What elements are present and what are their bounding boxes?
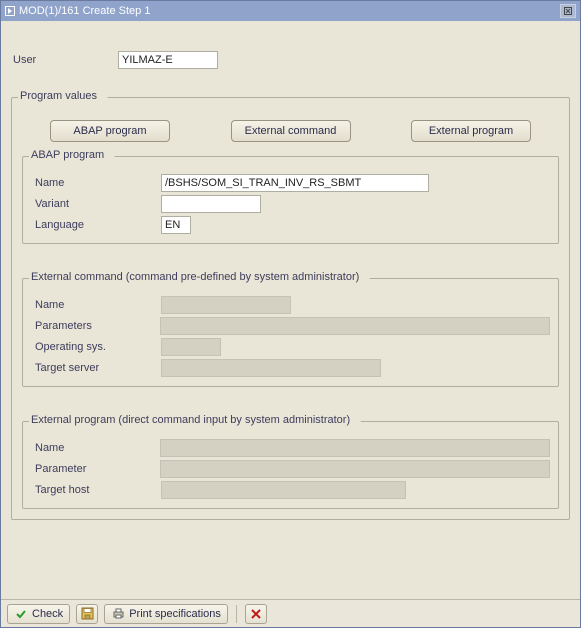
cancel-icon — [249, 607, 263, 621]
close-button[interactable] — [560, 4, 576, 18]
user-label: User — [13, 54, 118, 66]
bottom-toolbar: Check Print specifications — [1, 599, 580, 627]
extcmd-name-label: Name — [31, 299, 161, 311]
extprog-param-field — [160, 460, 550, 478]
extcmd-os-field — [161, 338, 221, 356]
main-content: User Program values ABAP program Externa… — [1, 21, 580, 599]
extprog-host-field — [161, 481, 406, 499]
user-row: User — [1, 21, 580, 93]
program-values-group: Program values ABAP program External com… — [11, 97, 570, 520]
abap-variant-label: Variant — [31, 198, 161, 210]
extprog-host-label: Target host — [31, 484, 161, 496]
abap-name-field[interactable] — [161, 174, 429, 192]
external-program-group: External program (direct command input b… — [22, 421, 559, 509]
extcmd-name-field — [161, 296, 291, 314]
external-command-legend: External command (command pre-defined by… — [29, 271, 365, 283]
external-command-group: External command (command pre-defined by… — [22, 278, 559, 387]
extcmd-target-field — [161, 359, 381, 377]
extprog-name-field — [160, 439, 550, 457]
extcmd-os-label: Operating sys. — [31, 341, 161, 353]
check-label: Check — [32, 608, 63, 620]
disk-icon — [80, 607, 94, 621]
window-menu-icon[interactable] — [5, 6, 15, 16]
external-command-button-label: External command — [245, 125, 337, 137]
program-type-buttons: ABAP program External command External p… — [20, 114, 561, 152]
extcmd-params-label: Parameters — [31, 320, 160, 332]
external-program-button[interactable]: External program — [411, 120, 531, 142]
save-button[interactable] — [76, 604, 98, 624]
abap-program-button[interactable]: ABAP program — [50, 120, 170, 142]
close-icon — [563, 6, 573, 16]
extprog-param-label: Parameter — [31, 463, 160, 475]
check-button[interactable]: Check — [7, 604, 70, 624]
print-specs-button[interactable]: Print specifications — [104, 604, 228, 624]
print-specs-label: Print specifications — [129, 608, 221, 620]
abap-name-label: Name — [31, 177, 161, 189]
external-program-button-label: External program — [429, 125, 513, 137]
cancel-button[interactable] — [245, 604, 267, 624]
abap-variant-field[interactable] — [161, 195, 261, 213]
external-command-button[interactable]: External command — [231, 120, 351, 142]
printer-icon — [111, 607, 125, 621]
toolbar-separator — [236, 605, 237, 623]
abap-program-legend: ABAP program — [29, 149, 110, 161]
abap-program-group: ABAP program Name Variant Language — [22, 156, 559, 244]
dialog-window: MOD(1)/161 Create Step 1 User Program va… — [0, 0, 581, 628]
external-program-legend: External program (direct command input b… — [29, 414, 356, 426]
check-icon — [14, 607, 28, 621]
extcmd-params-field — [160, 317, 550, 335]
window-title: MOD(1)/161 Create Step 1 — [19, 5, 150, 17]
abap-language-field[interactable] — [161, 216, 191, 234]
abap-language-label: Language — [31, 219, 161, 231]
extcmd-target-label: Target server — [31, 362, 161, 374]
abap-program-button-label: ABAP program — [73, 125, 146, 137]
program-values-legend: Program values — [18, 90, 103, 102]
title-bar: MOD(1)/161 Create Step 1 — [1, 1, 580, 21]
extprog-name-label: Name — [31, 442, 160, 454]
user-field[interactable] — [118, 51, 218, 69]
